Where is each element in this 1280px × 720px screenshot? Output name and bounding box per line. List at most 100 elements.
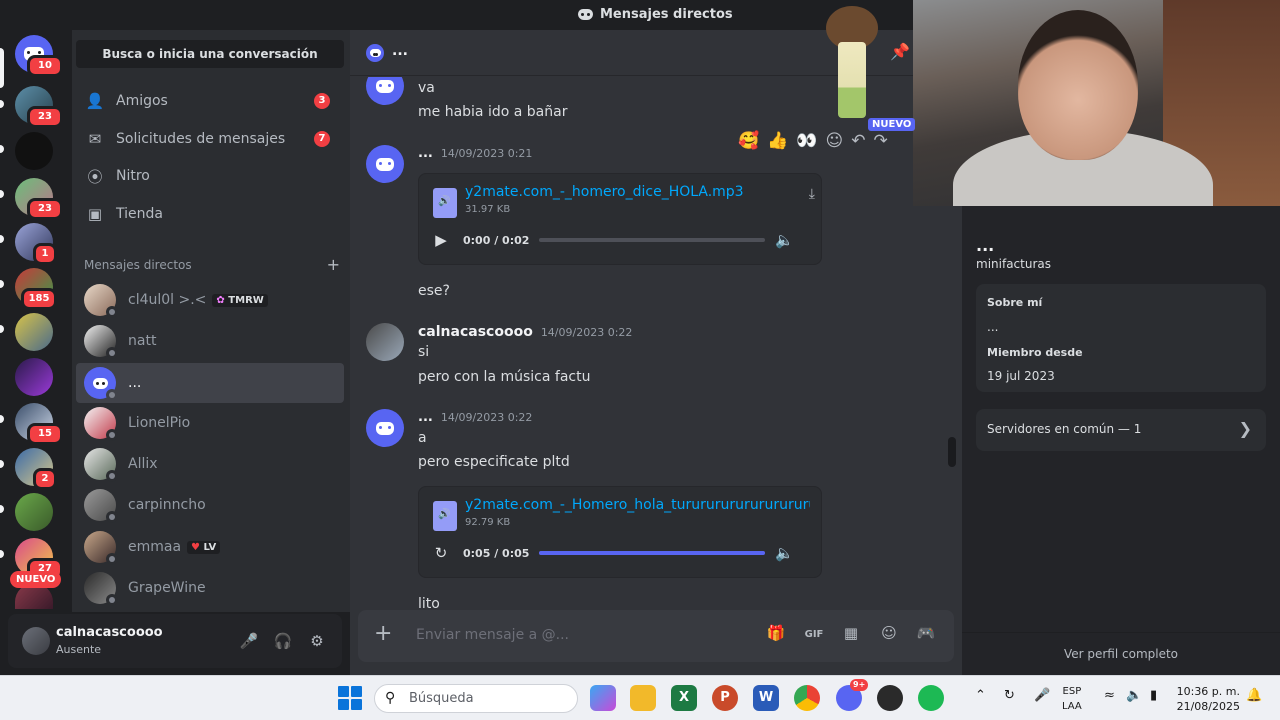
reply-icon[interactable]: ↶ <box>851 131 865 151</box>
gamepad-icon[interactable]: 🎮 <box>914 624 938 646</box>
user-status: Ausente <box>56 643 102 656</box>
forward-icon[interactable]: ↷ <box>874 131 888 151</box>
author-name[interactable]: calnacascoooo <box>418 324 533 340</box>
nav-label: Tienda <box>116 206 163 222</box>
download-icon[interactable]: ⤓ <box>809 186 815 202</box>
spotify-icon[interactable] <box>918 685 944 711</box>
taskbar-search[interactable]: ⚲ Búsqueda <box>374 684 578 713</box>
notification-bell-icon[interactable]: 🔔 <box>1246 688 1262 703</box>
eyes-emoji[interactable]: 👀 <box>796 131 817 151</box>
avatar <box>84 531 118 565</box>
server-icon[interactable]: 185 <box>15 268 57 310</box>
play-icon[interactable]: ▶ <box>429 231 453 249</box>
wifi-icon[interactable]: ≈ <box>1104 688 1115 703</box>
server-icon[interactable]: 1 <box>15 223 57 265</box>
gif-icon[interactable]: GIF <box>802 624 826 646</box>
new-servers-pill[interactable]: NUEVO <box>10 571 62 588</box>
dm-item[interactable]: emmaa ♥ LV <box>76 527 344 567</box>
replay-icon[interactable]: ↻ <box>429 544 453 562</box>
dm-sidebar: Busca o inicia una conversación 👤 Amigos… <box>72 30 350 612</box>
dm-item[interactable]: LionelPio <box>76 403 344 443</box>
count-badge: 3 <box>314 93 330 109</box>
dm-item-active[interactable]: ... <box>76 363 344 403</box>
clock-time: 10:36 p. m. <box>1176 685 1240 698</box>
gift-icon[interactable]: 🎁 <box>764 624 788 646</box>
headphones-icon[interactable]: 🎧 <box>272 630 294 652</box>
chrome-icon[interactable] <box>794 685 820 711</box>
nav-shop[interactable]: ▣ Tienda <box>76 196 344 232</box>
nav-friends[interactable]: 👤 Amigos 3 <box>76 83 344 119</box>
server-icon[interactable]: 15 <box>15 403 63 445</box>
clock[interactable]: 10:36 p. m. 21/08/2025 <box>1176 684 1240 714</box>
dm-item[interactable]: carpinncho <box>76 485 344 525</box>
avatar <box>84 572 118 606</box>
avatar <box>84 407 118 441</box>
selected-indicator <box>0 48 4 88</box>
server-icon[interactable]: 23 <box>15 178 63 220</box>
file-name-link[interactable]: y2mate.com_-_Homero_hola_tururururururur… <box>465 497 810 513</box>
discord-icon <box>376 157 394 171</box>
dm-item[interactable]: Allix <box>76 444 344 484</box>
file-explorer-icon[interactable] <box>630 685 656 711</box>
microphone-icon[interactable]: 🎤 <box>1034 688 1050 703</box>
dm-item[interactable]: natt <box>76 321 344 361</box>
create-dm-button[interactable]: + <box>327 255 340 274</box>
volume-icon[interactable]: 🔈 <box>775 231 794 249</box>
audio-progress-bar[interactable] <box>539 238 766 242</box>
sticker-icon[interactable]: ▦ <box>839 624 863 646</box>
server-icon[interactable]: 23 <box>15 86 63 128</box>
author-name[interactable]: ... <box>418 410 433 425</box>
server-icon[interactable] <box>15 313 53 351</box>
status-dot <box>106 470 118 482</box>
server-icon[interactable]: 2 <box>15 448 57 490</box>
nitro-icon: ⦿ <box>87 167 103 186</box>
server-icon[interactable] <box>15 493 53 531</box>
excel-icon[interactable]: X <box>671 685 697 711</box>
obs-icon[interactable] <box>877 685 903 711</box>
thumbs-up-emoji[interactable]: 👍 <box>767 131 788 151</box>
home-button[interactable]: 10 <box>15 35 63 77</box>
avatar[interactable] <box>22 627 50 655</box>
discord-icon <box>578 9 593 20</box>
pin-icon[interactable]: 📌 <box>890 42 910 61</box>
clock-date: 21/08/2025 <box>1176 700 1240 713</box>
author-name[interactable]: ... <box>418 146 433 161</box>
volume-icon[interactable]: 🔈 <box>1126 688 1142 703</box>
message-text: pero con la música factu <box>418 369 591 385</box>
server-icon[interactable] <box>15 358 53 396</box>
input-language[interactable]: ESP LAA <box>1062 684 1082 714</box>
conversation-search[interactable]: Busca o inicia una conversación <box>76 40 344 68</box>
emoji-icon[interactable]: ☺ <box>877 624 901 646</box>
server-icon[interactable] <box>15 132 53 170</box>
windows-taskbar: ⚲ Búsqueda X P W 9+ ⌃ ↻ 🎤 ESP LAA ≈ 🔈 ▮ … <box>0 675 1280 720</box>
gear-icon[interactable]: ⚙ <box>306 630 328 652</box>
windows-start-icon[interactable] <box>338 686 362 710</box>
sync-icon[interactable]: ↻ <box>1004 688 1015 703</box>
smiling-hearts-emoji[interactable]: 🥰 <box>738 131 759 151</box>
microphone-icon[interactable]: 🎤 <box>238 630 260 652</box>
mutual-servers-row[interactable]: Servidores en común — 1 ❯ <box>976 409 1266 451</box>
view-full-profile-link[interactable]: Ver perfil completo <box>962 632 1280 675</box>
volume-icon[interactable]: 🔈 <box>775 544 794 562</box>
unread-badge: 23 <box>27 198 63 220</box>
file-name-link[interactable]: y2mate.com_-_homero_dice_HOLA.mp3 <box>465 184 810 200</box>
user-panel: calnacascoooo Ausente 🎤 🎧 ⚙ <box>8 614 342 668</box>
dm-item[interactable]: cl4ul0l >.< ✿ TMRW <box>76 280 344 320</box>
audio-progress-bar[interactable] <box>539 551 766 555</box>
chevron-up-icon[interactable]: ⌃ <box>975 688 986 703</box>
nav-nitro[interactable]: ⦿ Nitro <box>76 158 344 194</box>
powerpoint-icon[interactable]: P <box>712 685 738 711</box>
dm-name: emmaa <box>128 539 182 555</box>
add-attachment-button[interactable]: + <box>374 623 396 645</box>
nav-message-requests[interactable]: ✉ Solicitudes de mensajes 7 <box>76 121 344 157</box>
word-icon[interactable]: W <box>753 685 779 711</box>
scrollbar-thumb[interactable] <box>948 437 956 467</box>
add-reaction-icon[interactable]: ☺ <box>826 131 844 151</box>
avatar <box>84 325 118 359</box>
copilot-icon[interactable] <box>590 685 616 711</box>
dm-item[interactable]: GrapeWine <box>76 568 344 608</box>
battery-icon[interactable]: ▮ <box>1150 688 1157 703</box>
message-input[interactable] <box>416 624 736 646</box>
avatar <box>366 77 404 105</box>
discord-taskbar-icon[interactable]: 9+ <box>836 679 869 711</box>
